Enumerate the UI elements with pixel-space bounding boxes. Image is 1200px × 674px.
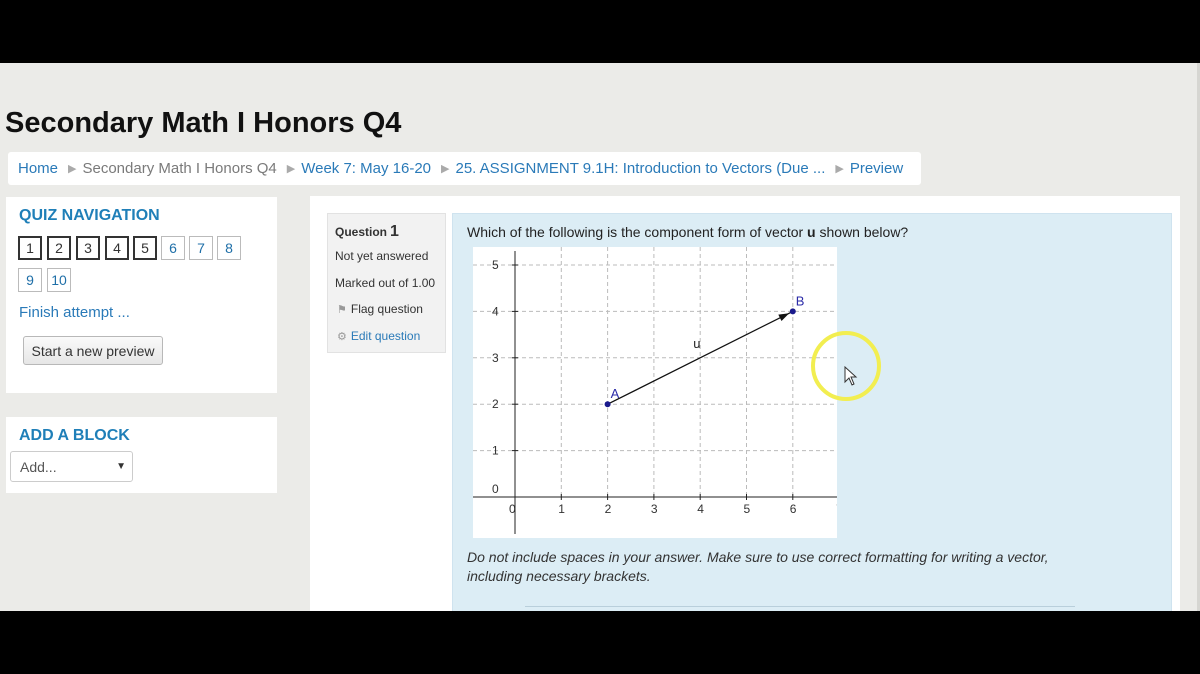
- quiz-nav-button-10[interactable]: 10: [47, 268, 71, 292]
- breadcrumb-home[interactable]: Home: [18, 160, 58, 177]
- vector-u-label: u: [693, 336, 700, 351]
- y-tick-label: 2: [492, 397, 499, 411]
- caret-down-icon: ▼: [116, 461, 126, 472]
- breadcrumb-course: Secondary Math I Honors Q4: [82, 160, 277, 177]
- x-tick-label: 5: [744, 502, 751, 516]
- answer-instructions-line1: Do not include spaces in your answer. Ma…: [467, 549, 1049, 565]
- breadcrumb-preview[interactable]: Preview: [850, 160, 903, 177]
- finish-attempt-link[interactable]: Finish attempt ...: [19, 304, 130, 321]
- x-tick-label: 6: [790, 502, 797, 516]
- question-content: Which of the following is the component …: [452, 213, 1172, 611]
- quiz-nav-button-6[interactable]: 6: [161, 236, 185, 260]
- x-tick-label: 4: [697, 502, 704, 516]
- breadcrumb-assignment[interactable]: 25. ASSIGNMENT 9.1H: Introduction to Vec…: [455, 160, 825, 177]
- breadcrumb-separator-icon: ▶: [441, 163, 450, 175]
- question-marks: Marked out of 1.00: [335, 276, 436, 290]
- quiz-nav-button-9[interactable]: 9: [18, 268, 42, 292]
- flag-question-toggle[interactable]: ⚑ Flag question: [337, 302, 423, 316]
- quiz-nav-button-5[interactable]: 5: [133, 236, 157, 260]
- quiz-nav-button-4[interactable]: 4: [105, 236, 129, 260]
- breadcrumb-week[interactable]: Week 7: May 16-20: [301, 160, 431, 177]
- x-tick-label: 7: [836, 502, 837, 516]
- point-label-b: B: [796, 293, 805, 308]
- quiz-navigation-title: QUIZ NAVIGATION: [19, 207, 160, 224]
- quiz-nav-button-3[interactable]: 3: [76, 236, 100, 260]
- add-block-title: ADD A BLOCK: [19, 427, 130, 444]
- y-tick-label: 1: [492, 444, 499, 458]
- quiz-nav-button-2[interactable]: 2: [47, 236, 71, 260]
- answer-instructions-line2: including necessary brackets.: [467, 568, 651, 584]
- edit-question-link[interactable]: ⚙ Edit question: [337, 329, 420, 343]
- quiz-nav-button-1[interactable]: 1: [18, 236, 42, 260]
- point-b: [789, 308, 796, 315]
- question-text: Which of the following is the component …: [467, 224, 908, 240]
- question-state: Not yet answered: [335, 249, 429, 263]
- start-new-preview-button[interactable]: Start a new preview: [23, 336, 163, 365]
- question-text-before: Which of the following is the component …: [467, 224, 808, 240]
- answer-area-divider: [525, 606, 1075, 607]
- point-a: [604, 401, 611, 408]
- question-text-after: shown below?: [815, 224, 909, 240]
- mouse-cursor-icon: [844, 366, 858, 386]
- vector-arrowhead: [778, 313, 790, 322]
- add-block-select[interactable]: Add... ▼: [10, 451, 133, 482]
- question-vector-name: u: [807, 224, 816, 240]
- quiz-nav-button-8[interactable]: 8: [217, 236, 241, 260]
- answer-instructions: Do not include spaces in your answer. Ma…: [467, 548, 1107, 586]
- gear-icon: ⚙: [337, 331, 347, 343]
- add-block-select-value: Add...: [20, 458, 57, 475]
- x-tick-label: 2: [605, 502, 612, 516]
- y-tick-label: 3: [492, 351, 499, 365]
- y-tick-label: 4: [492, 304, 499, 318]
- breadcrumb-separator-icon: ▶: [68, 163, 77, 175]
- breadcrumb: Home ▶ Secondary Math I Honors Q4 ▶ Week…: [8, 152, 921, 185]
- browser-content: Secondary Math I Honors Q4 Home ▶ Second…: [0, 63, 1200, 611]
- x-tick-label: 3: [651, 502, 658, 516]
- breadcrumb-separator-icon: ▶: [286, 163, 296, 175]
- page-title: Secondary Math I Honors Q4: [5, 107, 402, 139]
- flag-icon: ⚑: [337, 304, 347, 316]
- flag-question-label: Flag question: [350, 302, 423, 316]
- y-tick-label: 5: [492, 258, 499, 272]
- question-info: Question 1 Not yet answered Marked out of…: [327, 213, 446, 353]
- add-block-block: ADD A BLOCK Add... ▼: [6, 417, 277, 493]
- vector-graph: 0 1 2 3 4 5 6 7 0 1 2 3 4 5 u A B: [473, 247, 844, 538]
- vector-graph-svg: 0 1 2 3 4 5 6 7 0 1 2 3 4 5 u A B: [473, 247, 844, 534]
- quiz-navigation-block: QUIZ NAVIGATION 1 2 3 4 5 6 7 8 9 10 Fin…: [6, 197, 277, 393]
- edit-question-label: Edit question: [350, 329, 421, 343]
- question-label: Question: [335, 225, 388, 239]
- question-panel: Question 1 Not yet answered Marked out of…: [310, 196, 1180, 611]
- x-tick-label: 0: [509, 502, 516, 516]
- quiz-nav-button-7[interactable]: 7: [189, 236, 213, 260]
- question-number-value: 1: [390, 223, 399, 240]
- question-number: Question 1: [335, 223, 399, 241]
- y-tick-label: 0: [492, 482, 499, 496]
- breadcrumb-separator-icon: ▶: [835, 163, 844, 175]
- x-tick-label: 1: [558, 502, 565, 516]
- point-label-a: A: [611, 386, 620, 401]
